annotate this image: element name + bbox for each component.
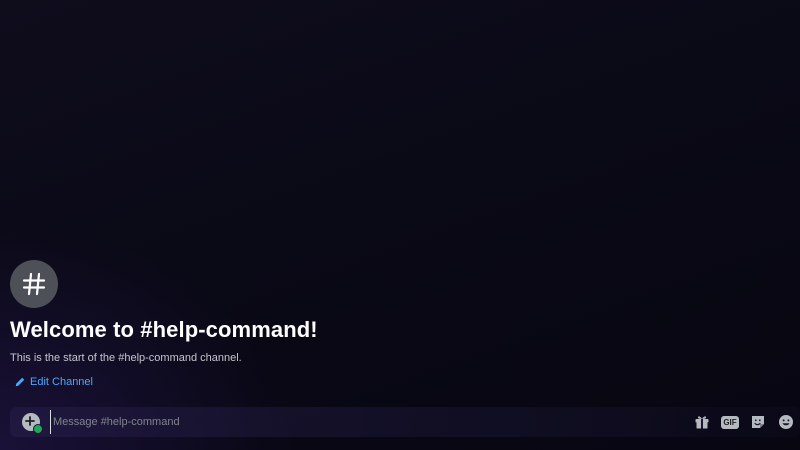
channel-start-text: This is the start of the #help-command c… [10, 352, 242, 364]
composer-toolbar: GIF [688, 408, 800, 436]
channel-intro: Welcome to #help-command! This is the st… [10, 260, 770, 392]
edit-channel-link[interactable]: Edit Channel [15, 375, 93, 389]
sticker-button[interactable] [744, 408, 772, 436]
hashtag-icon [22, 272, 46, 296]
sticker-icon [752, 416, 764, 428]
emoji-icon [779, 415, 793, 429]
gift-button[interactable] [688, 408, 716, 436]
gif-button[interactable]: GIF [716, 408, 744, 436]
gif-icon: GIF [721, 415, 739, 429]
gift-icon [695, 416, 709, 429]
channel-avatar [10, 260, 58, 308]
edit-channel-label: Edit Channel [30, 376, 93, 388]
attach-button[interactable] [22, 413, 43, 434]
status-dot [33, 424, 43, 434]
message-input[interactable] [50, 410, 688, 434]
emoji-button[interactable] [772, 408, 800, 436]
welcome-title: Welcome to #help-command! [10, 317, 318, 342]
message-composer: GIF [10, 407, 800, 437]
pencil-icon [15, 377, 25, 387]
